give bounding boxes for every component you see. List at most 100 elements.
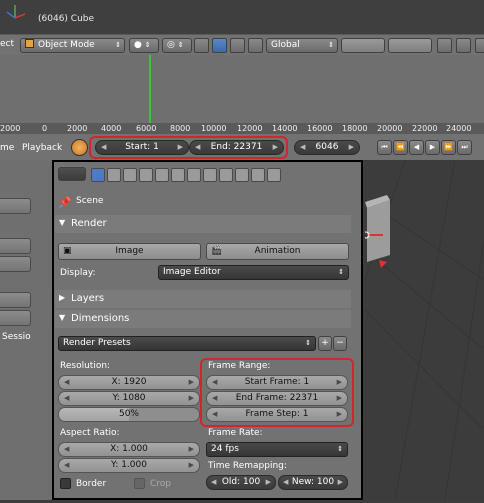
- tool-shelf-partial-label: Sessio: [2, 332, 31, 342]
- particles-tab-icon[interactable]: [251, 168, 265, 182]
- time-remapping-label: Time Remapping:: [208, 461, 287, 471]
- decrement-arrow-icon[interactable]: ◀: [283, 476, 288, 489]
- mode-selector[interactable]: Object Mode ⇕: [20, 38, 125, 53]
- manipulator-toggle-icon[interactable]: [194, 38, 209, 53]
- modifiers-tab-icon[interactable]: [187, 168, 201, 182]
- dimensions-panel-title: Dimensions: [71, 313, 130, 324]
- layer-lock-icon[interactable]: [437, 38, 452, 53]
- layers-panel-header[interactable]: ▶ Layers: [55, 290, 351, 308]
- 3d-viewport-right[interactable]: [362, 159, 484, 501]
- ruler-tick: 16000: [307, 124, 333, 133]
- orientation-label: Global: [271, 40, 300, 50]
- mode-label: Object Mode: [38, 40, 95, 50]
- decrement-arrow-icon[interactable]: ◀: [64, 443, 69, 456]
- shading-selector[interactable]: ● ⇕: [129, 38, 159, 53]
- aspect-x-field[interactable]: ◀ X: 1.000 ▶: [58, 442, 200, 457]
- ruler-tick: 2000: [67, 124, 88, 133]
- display-dropdown[interactable]: Image Editor ⇕: [158, 265, 349, 280]
- border-checkbox[interactable]: [60, 478, 71, 489]
- render-tab-icon[interactable]: [91, 168, 105, 182]
- increment-arrow-icon[interactable]: ▶: [189, 459, 194, 472]
- data-tab-icon[interactable]: [203, 168, 217, 182]
- play-icon[interactable]: ▶: [425, 140, 440, 155]
- viewport-object-label: (6046) Cube: [38, 14, 95, 24]
- scene-grid: [362, 159, 484, 501]
- crop-checkbox[interactable]: [134, 478, 145, 489]
- start-end-highlight-box: [89, 136, 288, 159]
- decrement-arrow-icon[interactable]: ◀: [300, 141, 305, 154]
- time-remap-new-field[interactable]: ◀ New: 100 ▶: [278, 475, 348, 490]
- display-label: Display:: [60, 268, 96, 278]
- layer-buttons-group-2[interactable]: [388, 38, 432, 53]
- orientation-selector[interactable]: Global ⇕: [266, 38, 338, 53]
- current-frame-field[interactable]: ◀ 6046 ▶: [294, 140, 360, 155]
- clapperboard-icon: 🎬: [211, 246, 223, 256]
- remove-preset-button[interactable]: −: [333, 336, 347, 351]
- jump-end-icon[interactable]: ⏭: [457, 140, 472, 155]
- opengl-render-icon[interactable]: [475, 38, 484, 53]
- resolution-y-field[interactable]: ◀ Y: 1080 ▶: [58, 391, 200, 406]
- increment-arrow-icon[interactable]: ▶: [189, 376, 194, 389]
- frame-rate-dropdown[interactable]: 24 fps ⇕: [206, 442, 348, 457]
- timeline-area[interactable]: [0, 55, 484, 123]
- render-panel-header[interactable]: ▼ Render: [55, 215, 351, 233]
- aspect-y-field[interactable]: ◀ Y: 1.000 ▶: [58, 458, 200, 473]
- tool-shelf-button[interactable]: [0, 310, 31, 326]
- prev-keyframe-icon[interactable]: ⏪: [393, 140, 408, 155]
- resolution-x-field[interactable]: ◀ X: 1920 ▶: [58, 375, 200, 390]
- menu-playback[interactable]: Playback: [22, 143, 62, 153]
- dimensions-panel-header[interactable]: ▼ Dimensions: [55, 310, 351, 328]
- collapse-arrow-icon: ▶: [59, 293, 66, 302]
- resolution-percent-slider[interactable]: 50%: [58, 407, 200, 422]
- ruler-tick: 14000: [272, 124, 298, 133]
- material-tab-icon[interactable]: [219, 168, 233, 182]
- jump-start-icon[interactable]: ⏮: [377, 140, 392, 155]
- texture-tab-icon[interactable]: [235, 168, 249, 182]
- decrement-arrow-icon[interactable]: ◀: [211, 476, 216, 489]
- ruler-tick: 24000: [446, 124, 472, 133]
- render-preview-icon[interactable]: [456, 38, 471, 53]
- render-presets-dropdown[interactable]: Render Presets ⇕: [58, 336, 316, 351]
- play-reverse-icon[interactable]: ◀: [409, 140, 424, 155]
- keying-record-icon[interactable]: [71, 139, 88, 156]
- render-panel-title: Render: [71, 218, 107, 229]
- editor-type-selector[interactable]: [58, 167, 86, 181]
- rotate-manipulator-icon[interactable]: [230, 38, 245, 53]
- render-image-button[interactable]: ▣ Image: [58, 243, 201, 260]
- add-preset-button[interactable]: +: [318, 336, 332, 351]
- aspect-y-value: Y: 1.000: [111, 460, 147, 470]
- render-animation-button[interactable]: 🎬 Animation: [206, 243, 349, 260]
- y-axis-arrow-icon[interactable]: [379, 260, 387, 268]
- layer-buttons-group-1[interactable]: [341, 38, 385, 53]
- current-frame-value: 6046: [315, 142, 339, 152]
- scene-tab-icon[interactable]: [123, 168, 137, 182]
- increment-arrow-icon[interactable]: ▶: [266, 476, 271, 489]
- time-remap-old-field[interactable]: ◀ Old: 100 ▶: [206, 475, 276, 490]
- render-layers-tab-icon[interactable]: [107, 168, 121, 182]
- playhead-line[interactable]: [149, 55, 151, 123]
- tool-shelf-button[interactable]: [0, 238, 31, 254]
- tool-shelf-button[interactable]: [0, 198, 31, 214]
- menu-view[interactable]: me: [0, 143, 14, 153]
- world-tab-icon[interactable]: [139, 168, 153, 182]
- increment-arrow-icon[interactable]: ▶: [189, 443, 194, 456]
- next-keyframe-icon[interactable]: ⏩: [441, 140, 456, 155]
- increment-arrow-icon[interactable]: ▶: [349, 141, 354, 154]
- pivot-selector[interactable]: ◎ ⇕: [162, 38, 192, 53]
- display-value: Image Editor: [163, 267, 221, 277]
- decrement-arrow-icon[interactable]: ◀: [64, 392, 69, 405]
- tool-shelf-button[interactable]: [0, 292, 31, 308]
- object-tab-icon[interactable]: [155, 168, 169, 182]
- increment-arrow-icon[interactable]: ▶: [338, 476, 343, 489]
- decrement-arrow-icon[interactable]: ◀: [64, 459, 69, 472]
- tool-shelf-button[interactable]: [0, 256, 31, 272]
- dropdown-arrows-icon: ⇕: [144, 41, 151, 49]
- constraints-tab-icon[interactable]: [171, 168, 185, 182]
- physics-tab-icon[interactable]: [267, 168, 281, 182]
- cube-object[interactable]: [367, 200, 390, 262]
- increment-arrow-icon[interactable]: ▶: [189, 392, 194, 405]
- pin-icon[interactable]: 📌: [58, 196, 72, 209]
- translate-manipulator-icon[interactable]: [212, 38, 227, 53]
- scale-manipulator-icon[interactable]: [248, 38, 263, 53]
- decrement-arrow-icon[interactable]: ◀: [64, 376, 69, 389]
